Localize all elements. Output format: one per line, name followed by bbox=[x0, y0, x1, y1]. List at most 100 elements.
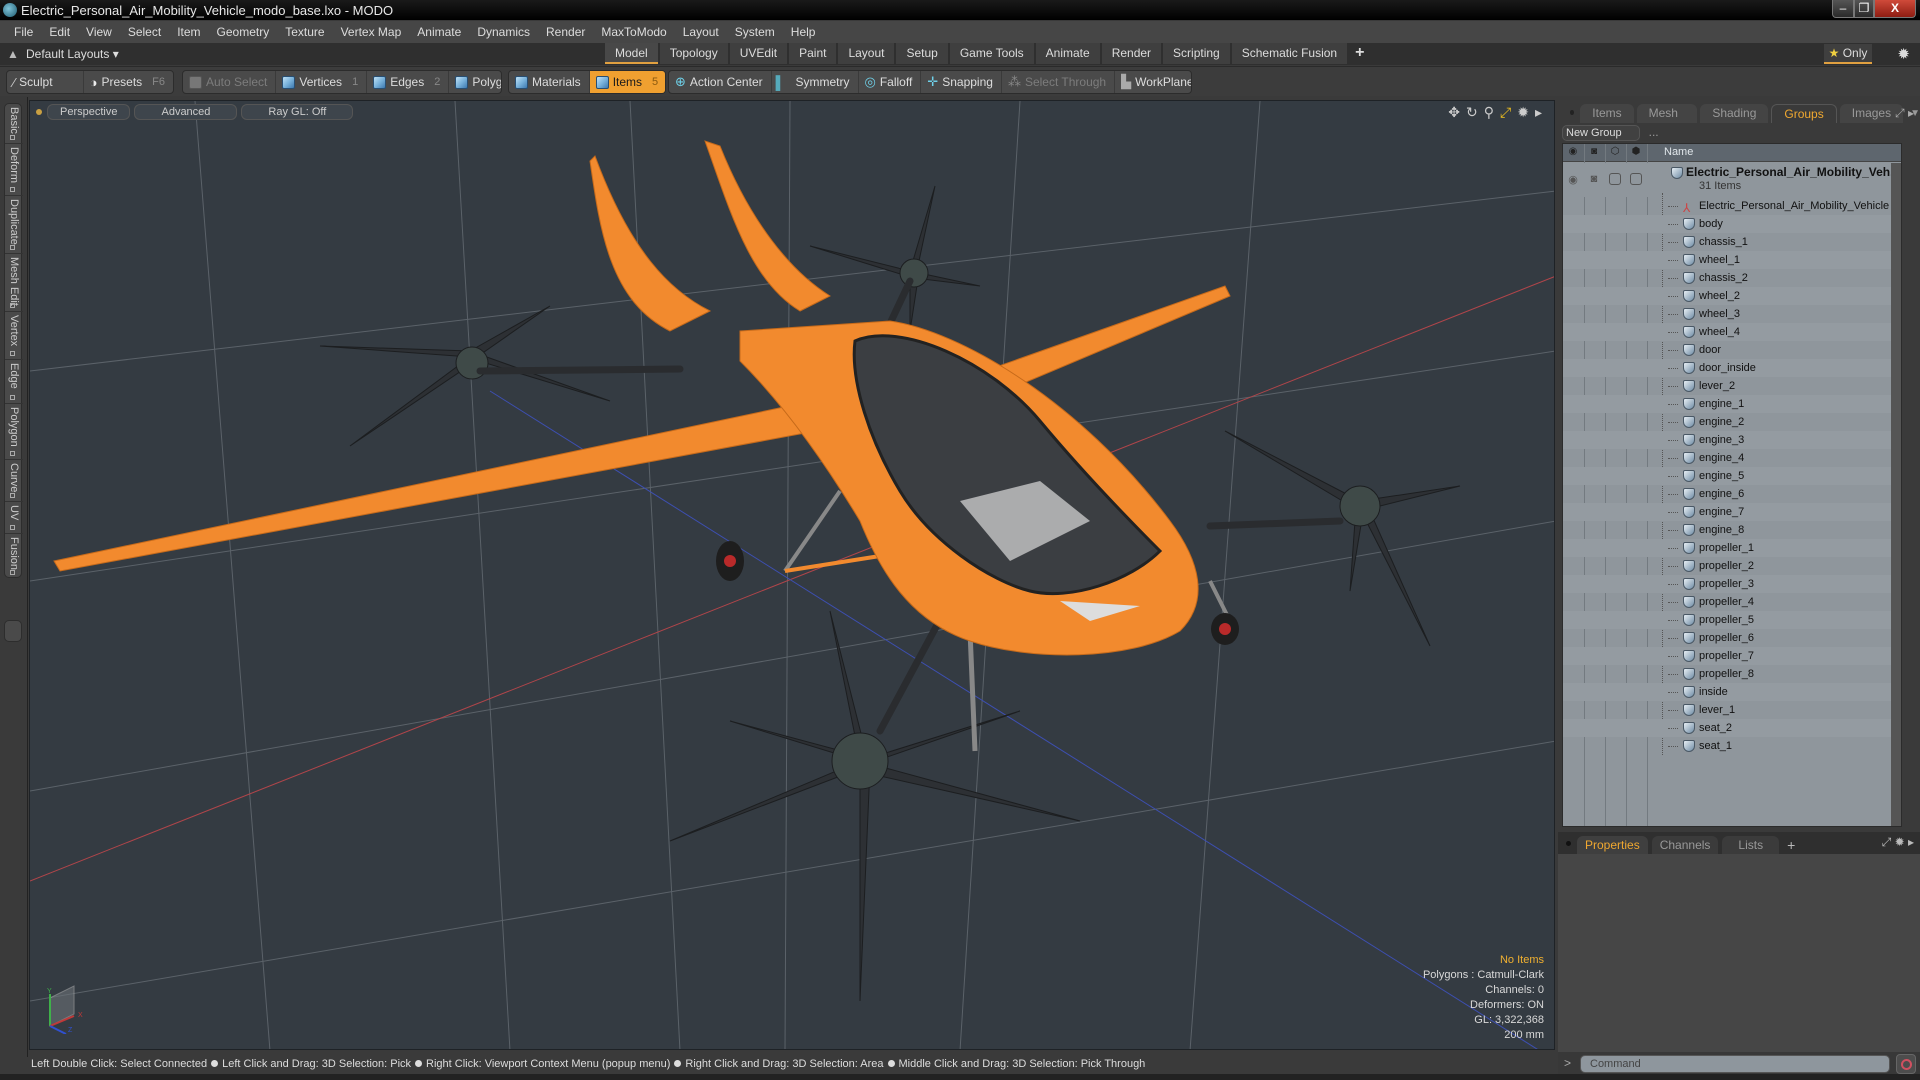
tree-item-row[interactable]: ⅄ Electric_Personal_Air_Mobility_Vehicle bbox=[1563, 197, 1901, 215]
select-cube-icon[interactable]: ⬢ bbox=[1629, 146, 1643, 157]
render-camera-icon[interactable]: ◙ bbox=[1587, 146, 1601, 157]
vtab-vertex[interactable]: Vertex bbox=[5, 312, 23, 360]
tree-item-row[interactable]: engine_2 bbox=[1563, 413, 1901, 431]
tree-item-row[interactable]: door_inside bbox=[1563, 359, 1901, 377]
edges-button[interactable]: Edges 2 bbox=[367, 71, 450, 93]
tree-item-row[interactable]: lever_2 bbox=[1563, 377, 1901, 395]
items-button[interactable]: Items 5 bbox=[589, 71, 665, 93]
new-group-button[interactable]: New Group bbox=[1562, 125, 1640, 141]
tree-item-row[interactable]: wheel_1 bbox=[1563, 251, 1901, 269]
tab-paint[interactable]: Paint bbox=[789, 43, 837, 64]
viewport-menu-arrow-icon[interactable]: ▸ bbox=[1535, 104, 1542, 121]
tree-item-row[interactable]: door bbox=[1563, 341, 1901, 359]
only-button[interactable]: ★ Only bbox=[1824, 44, 1872, 64]
menu-system[interactable]: System bbox=[727, 25, 783, 39]
vtab-deform[interactable]: Deform bbox=[5, 144, 23, 196]
select-toggle[interactable] bbox=[1630, 173, 1642, 185]
tree-item-row[interactable]: propeller_8 bbox=[1563, 665, 1901, 683]
menu-select[interactable]: Select bbox=[120, 25, 169, 39]
tree-item-row[interactable]: chassis_2 bbox=[1563, 269, 1901, 287]
tab-shading[interactable]: Shading bbox=[1700, 104, 1769, 123]
materials-button[interactable]: Materials bbox=[509, 71, 590, 93]
tree-item-row[interactable]: seat_2 bbox=[1563, 719, 1901, 737]
tab-channels[interactable]: Channels bbox=[1651, 836, 1719, 854]
shading-mode-button[interactable]: Advanced bbox=[134, 104, 238, 120]
visibility-eye-icon[interactable]: ◉ bbox=[1566, 146, 1580, 157]
tab-lists[interactable]: Lists bbox=[1722, 836, 1780, 854]
3d-viewport[interactable]: Perspective Advanced Ray GL: Off ✥ ↻ ⚲ ⤢… bbox=[29, 100, 1555, 1050]
tree-item-row[interactable]: wheel_2 bbox=[1563, 287, 1901, 305]
polygons-button[interactable]: Polygons bbox=[449, 71, 501, 93]
vtab-mesh-edit[interactable]: Mesh Edit bbox=[5, 254, 23, 312]
add-tab-plus-icon[interactable]: + bbox=[1349, 43, 1370, 64]
record-macro-button[interactable] bbox=[1896, 1054, 1916, 1074]
tree-item-row[interactable]: propeller_1 bbox=[1563, 539, 1901, 557]
tree-item-row[interactable]: body bbox=[1563, 215, 1901, 233]
extra-tab-button[interactable] bbox=[4, 620, 22, 642]
vertices-button[interactable]: Vertices 1 bbox=[276, 71, 368, 93]
tree-item-row[interactable]: inside bbox=[1563, 683, 1901, 701]
menu-item[interactable]: Item bbox=[169, 25, 208, 39]
menu-animate[interactable]: Animate bbox=[409, 25, 469, 39]
camera-icon[interactable]: ◙ bbox=[1587, 173, 1601, 185]
symmetry-button[interactable]: ▌ Symmetry bbox=[772, 71, 859, 93]
snapping-button[interactable]: ✛ Snapping bbox=[921, 71, 1002, 93]
viewport-indicator-dot[interactable] bbox=[36, 109, 42, 115]
tab-mesh[interactable]: Mesh ... bbox=[1636, 104, 1698, 139]
rotate-icon[interactable]: ↻ bbox=[1466, 104, 1478, 121]
menu-file[interactable]: File bbox=[6, 25, 41, 39]
vtab-fusion[interactable]: Fusion bbox=[5, 534, 23, 578]
tree-scrollbar[interactable] bbox=[1891, 163, 1901, 826]
vtab-curve[interactable]: Curve bbox=[5, 460, 23, 502]
falloff-button[interactable]: ◎ Falloff bbox=[859, 71, 922, 93]
tree-item-row[interactable]: engine_7 bbox=[1563, 503, 1901, 521]
workplane-button[interactable]: ▙ WorkPlane bbox=[1115, 71, 1191, 93]
menu-dynamics[interactable]: Dynamics bbox=[469, 25, 538, 39]
tree-item-row[interactable]: engine_5 bbox=[1563, 467, 1901, 485]
tab-properties[interactable]: Properties bbox=[1577, 836, 1648, 854]
properties-panel-tools-icon[interactable]: ⤢ ✹ ▸ bbox=[1882, 835, 1914, 850]
vtab-polygon[interactable]: Polygon bbox=[5, 404, 23, 460]
restore-button[interactable]: ❐ bbox=[1854, 0, 1874, 18]
tab-layout[interactable]: Layout bbox=[838, 43, 895, 64]
tree-item-row[interactable]: engine_4 bbox=[1563, 449, 1901, 467]
tree-item-row[interactable]: propeller_5 bbox=[1563, 611, 1901, 629]
vtab-duplicate[interactable]: Duplicate bbox=[5, 196, 23, 254]
tab-render[interactable]: Render bbox=[1101, 43, 1162, 64]
panel-dot-icon[interactable] bbox=[1570, 110, 1575, 115]
tab-images[interactable]: Images bbox=[1839, 104, 1904, 123]
tree-item-row[interactable]: seat_1 bbox=[1563, 737, 1901, 755]
tab-scripting[interactable]: Scripting bbox=[1163, 43, 1230, 64]
lock-toggle[interactable] bbox=[1609, 173, 1621, 185]
name-column-header[interactable]: Name bbox=[1664, 146, 1693, 158]
command-input[interactable]: Command bbox=[1580, 1055, 1890, 1073]
tree-item-row[interactable]: wheel_3 bbox=[1563, 305, 1901, 323]
tree-item-row[interactable]: lever_1 bbox=[1563, 701, 1901, 719]
minimize-button[interactable]: ‒ bbox=[1832, 0, 1854, 18]
raygl-button[interactable]: Ray GL: Off bbox=[241, 104, 354, 120]
sculpt-button[interactable]: ⁄ Sculpt bbox=[7, 71, 84, 93]
view-mode-button[interactable]: Perspective bbox=[47, 104, 131, 120]
close-button[interactable]: X bbox=[1874, 0, 1916, 18]
lock-cube-icon[interactable]: ⬡ bbox=[1608, 146, 1622, 157]
tree-item-row[interactable]: propeller_4 bbox=[1563, 593, 1901, 611]
menu-layout[interactable]: Layout bbox=[675, 25, 727, 39]
root-group-row[interactable]: ◉ ◙ Electric_Personal_Air_Mobility_Veh..… bbox=[1563, 163, 1901, 197]
tree-item-row[interactable]: engine_3 bbox=[1563, 431, 1901, 449]
menu-vertex-map[interactable]: Vertex Map bbox=[333, 25, 410, 39]
menu-texture[interactable]: Texture bbox=[277, 25, 332, 39]
tab-topology[interactable]: Topology bbox=[659, 43, 728, 64]
action-center-button[interactable]: ⊕ Action Center bbox=[669, 71, 772, 93]
tab-setup[interactable]: Setup bbox=[896, 43, 948, 64]
tab-animate[interactable]: Animate bbox=[1035, 43, 1100, 64]
tree-item-row[interactable]: propeller_2 bbox=[1563, 557, 1901, 575]
vtab-basic[interactable]: Basic bbox=[5, 104, 23, 144]
maximize-viewport-icon[interactable]: ⤢ bbox=[1500, 104, 1511, 121]
tab-game-tools[interactable]: Game Tools bbox=[949, 43, 1034, 64]
default-layouts-dropdown[interactable]: Default Layouts ▾ bbox=[26, 47, 119, 61]
zoom-magnifier-icon[interactable]: ⚲ bbox=[1484, 104, 1494, 121]
tree-item-row[interactable]: engine_8 bbox=[1563, 521, 1901, 539]
tree-item-row[interactable]: propeller_3 bbox=[1563, 575, 1901, 593]
menu-help[interactable]: Help bbox=[783, 25, 824, 39]
scene-render[interactable] bbox=[30, 101, 1555, 1050]
